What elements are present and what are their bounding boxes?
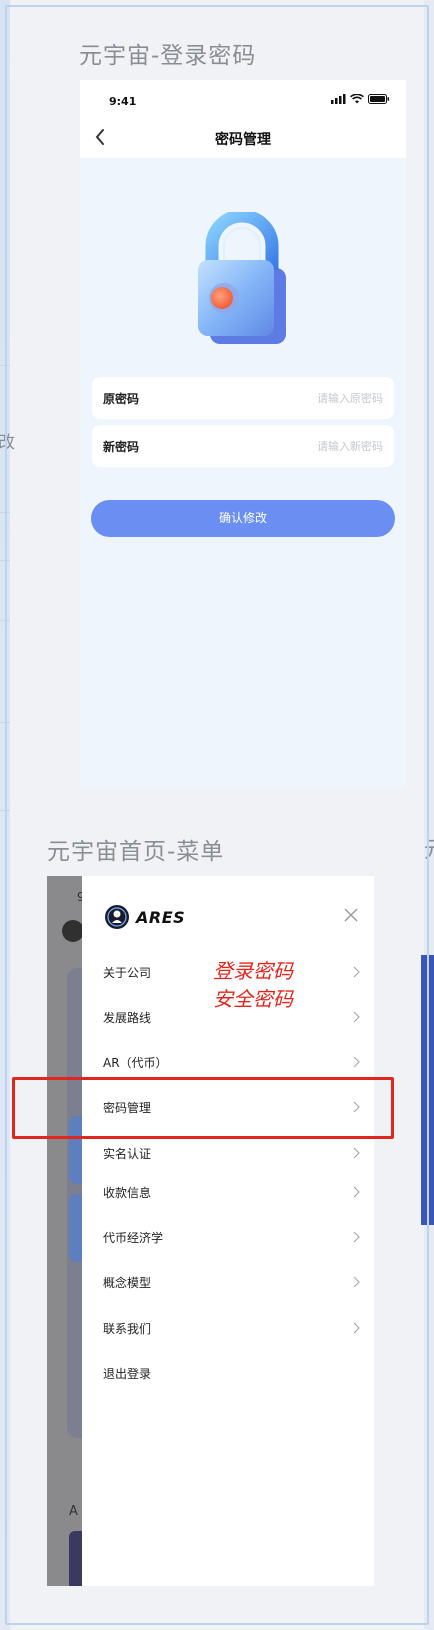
menu-item-label: 收款信息 xyxy=(103,1186,152,1200)
edge-line xyxy=(0,722,10,723)
menu-item[interactable]: 联系我们 xyxy=(103,1317,360,1341)
menu-item[interactable]: 密码管理 xyxy=(103,1096,360,1120)
section-title-login-password: 元宇宙-登录密码 xyxy=(79,43,257,69)
battery-icon xyxy=(368,94,390,104)
chevron-right-icon xyxy=(353,1011,360,1023)
old-password-field: 原密码 xyxy=(92,377,394,419)
edge-line xyxy=(0,512,10,513)
chevron-right-icon xyxy=(353,1147,360,1159)
old-password-label: 原密码 xyxy=(103,392,140,406)
section-title-home-menu: 元宇宙首页-菜单 xyxy=(47,839,225,865)
chevron-right-icon xyxy=(353,1231,360,1243)
page-title: 密码管理 xyxy=(215,132,271,148)
background-avatar xyxy=(62,920,84,942)
wifi-icon xyxy=(350,94,364,104)
ares-logo: ARES xyxy=(104,904,185,930)
chevron-right-icon xyxy=(353,1186,360,1198)
menu-item-label: 概念模型 xyxy=(103,1276,152,1290)
chevron-right-icon xyxy=(353,1322,360,1334)
right-edge-fragment: 元 xyxy=(424,832,434,864)
annotation-line-1: 登录密码 xyxy=(213,959,293,983)
chevron-right-icon xyxy=(353,1101,360,1113)
menu-item-label: 退出登录 xyxy=(103,1367,152,1381)
signal-icon xyxy=(331,94,346,104)
menu-item-label: AR（代币） xyxy=(103,1056,168,1070)
chevron-right-icon xyxy=(353,1056,360,1068)
menu-item[interactable]: 收款信息 xyxy=(103,1181,360,1205)
new-password-label: 新密码 xyxy=(103,440,140,454)
edge-line xyxy=(0,810,10,811)
logo-text: ARES xyxy=(136,907,186,927)
annotation-line-2: 安全密码 xyxy=(213,987,293,1011)
edge-line xyxy=(0,365,10,366)
nav-bar: 密码管理 xyxy=(80,118,406,158)
password-management-screen: 9:41 密码管理 原密码 新密码 确认修改 xyxy=(80,80,406,788)
new-password-field: 新密码 xyxy=(92,425,394,467)
close-icon[interactable] xyxy=(344,908,358,922)
menu-item-label: 代币经济学 xyxy=(103,1231,164,1245)
status-time: 9:41 xyxy=(109,95,137,108)
status-bar: 9:41 xyxy=(80,80,406,118)
left-edge-fragment: 改 xyxy=(0,433,15,453)
menu-item-label: 联系我们 xyxy=(103,1322,152,1336)
menu-item[interactable]: 概念模型 xyxy=(103,1271,360,1295)
menu-item[interactable]: 退出登录 xyxy=(103,1362,360,1386)
right-edge-strip xyxy=(424,0,434,1630)
right-edge-blue-bar xyxy=(421,955,434,1225)
menu-item-label: 实名认证 xyxy=(103,1147,152,1161)
edge-line xyxy=(0,560,10,561)
edge-line xyxy=(0,620,10,621)
ares-logo-icon xyxy=(105,905,129,929)
menu-item[interactable]: AR（代币） xyxy=(103,1051,360,1075)
old-password-input[interactable] xyxy=(223,387,383,409)
new-password-input[interactable] xyxy=(223,435,383,457)
menu-item-label: 密码管理 xyxy=(103,1101,152,1115)
chevron-right-icon xyxy=(353,966,360,978)
menu-item-label: 关于公司 xyxy=(103,966,152,980)
background-text: A xyxy=(69,1504,78,1519)
lock-illustration-icon xyxy=(188,209,298,352)
status-icons xyxy=(331,94,390,104)
left-edge-strip xyxy=(0,0,10,1630)
menu-item[interactable]: 实名认证 xyxy=(103,1142,360,1166)
annotation-text: 登录密码 安全密码 xyxy=(213,957,293,1013)
home-menu-screen: 9 A ARES 关于公司 发展路线 AR（代币） 密码管理 实名认证 收款信息 代币经济学… xyxy=(47,876,374,1586)
menu-item-label: 发展路线 xyxy=(103,1011,152,1025)
chevron-right-icon xyxy=(353,1276,360,1288)
menu-item[interactable]: 代币经济学 xyxy=(103,1226,360,1250)
confirm-change-button[interactable]: 确认修改 xyxy=(91,500,395,537)
